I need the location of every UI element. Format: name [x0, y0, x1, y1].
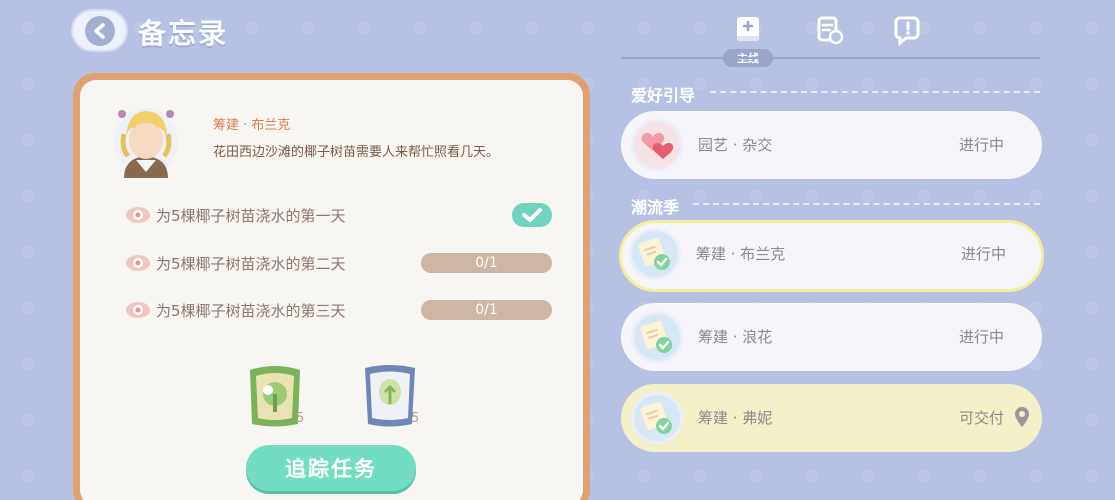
- task-row: 为5棵椰子树苗浇水的第三天 0/1: [124, 298, 552, 322]
- book-icon: [737, 17, 759, 41]
- quest-name: 筹建 · 浪花: [698, 328, 773, 346]
- quest-card-deliverable[interactable]: 筹建 · 弗妮 可交付: [621, 384, 1042, 452]
- quest-status: 进行中: [960, 245, 1006, 263]
- quest-status: 可交付: [958, 409, 1004, 427]
- tab-notes[interactable]: [889, 10, 929, 50]
- task-row: 为5棵椰子树苗浇水的第二天 0/1: [124, 251, 552, 275]
- section-divider: [710, 91, 1040, 93]
- candy-icon: [126, 207, 150, 223]
- quest-name: 筹建 · 布兰克: [696, 245, 786, 263]
- reward-count: 5: [411, 411, 420, 426]
- hearts-icon: [631, 119, 683, 171]
- checklist-refresh-icon: [817, 16, 844, 45]
- task-text: 为5棵椰子树苗浇水的第一天: [156, 207, 346, 225]
- section-divider: [693, 203, 1040, 205]
- note-check-icon: [631, 392, 683, 444]
- note-pen-icon: [894, 16, 920, 46]
- task-text: 为5棵椰子树苗浇水的第二天: [156, 255, 346, 273]
- npc-name: 筹建 · 布兰克: [213, 118, 291, 133]
- quest-description: 花田西边沙滩的椰子树苗需要人来帮忙照看几天。: [213, 145, 500, 160]
- quest-name: 园艺 · 杂交: [698, 136, 773, 154]
- quest-status: 进行中: [958, 328, 1004, 346]
- task-complete-badge: [512, 203, 552, 227]
- quest-detail-panel: 筹建 · 布兰克 花田西边沙滩的椰子树苗需要人来帮忙照看几天。 为5棵椰子树苗浇…: [73, 73, 590, 500]
- section-title-trend-season: 潮流季: [631, 198, 680, 217]
- reward-count: 5: [296, 411, 305, 426]
- task-progress: 0/1: [421, 300, 552, 320]
- npc-avatar: [114, 108, 178, 178]
- quest-card-selected[interactable]: 筹建 · 布兰克 进行中: [619, 220, 1044, 292]
- quest-status: 进行中: [958, 136, 1004, 154]
- tab-underline: [621, 57, 1040, 59]
- quest-card[interactable]: 园艺 · 杂交 进行中: [621, 111, 1042, 179]
- quest-name: 筹建 · 弗妮: [698, 409, 773, 427]
- page-title: 备忘录: [138, 17, 229, 50]
- task-row: 为5棵椰子树苗浇水的第一天: [124, 203, 552, 227]
- quest-card[interactable]: 筹建 · 浪花 进行中: [621, 303, 1042, 371]
- checkmark-icon: [522, 208, 542, 222]
- tab-main-quest[interactable]: [728, 10, 768, 50]
- task-text: 为5棵椰子树苗浇水的第三天: [156, 302, 346, 320]
- task-progress: 0/1: [421, 253, 552, 273]
- note-check-icon: [629, 228, 681, 280]
- location-pin-icon[interactable]: [1014, 406, 1030, 428]
- candy-icon: [126, 302, 150, 318]
- note-check-icon: [631, 311, 683, 363]
- back-button[interactable]: [71, 9, 128, 52]
- section-title-hobby: 爱好引导: [631, 86, 696, 105]
- tab-tasks[interactable]: [809, 10, 849, 50]
- candy-icon: [126, 255, 150, 271]
- back-arrow-icon: [84, 15, 115, 46]
- track-quest-button[interactable]: 追踪任务: [246, 445, 416, 491]
